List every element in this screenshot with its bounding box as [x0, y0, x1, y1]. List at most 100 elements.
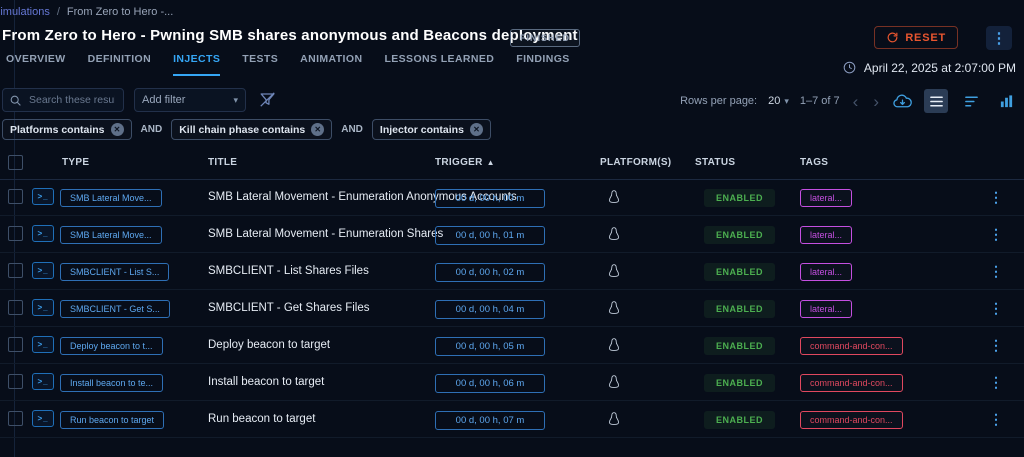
- table-row[interactable]: >_ Install beacon to te... Install beaco…: [0, 364, 1024, 401]
- tab-tests[interactable]: TESTS: [242, 53, 278, 76]
- kebab-icon: ⋮: [992, 29, 1007, 47]
- table-row[interactable]: >_ SMBCLIENT - List S... SMBCLIENT - Lis…: [0, 253, 1024, 290]
- inject-title[interactable]: Install beacon to target: [208, 364, 324, 400]
- filter-chip-label: Injector contains: [380, 124, 464, 136]
- linux-platform-icon: [606, 300, 622, 321]
- filter-join-operator[interactable]: AND: [341, 124, 363, 135]
- tab-findings[interactable]: FINDINGS: [516, 53, 569, 76]
- status-badge: ENABLED: [704, 411, 775, 429]
- row-menu-button[interactable]: ⋮: [986, 409, 1006, 429]
- inject-terminal-icon: >_: [32, 336, 54, 353]
- inject-terminal-icon: >_: [32, 262, 54, 279]
- row-menu-button[interactable]: ⋮: [986, 335, 1006, 355]
- row-checkbox[interactable]: [8, 300, 23, 315]
- chart-view-toggle[interactable]: [994, 89, 1018, 113]
- inject-type-chip: Deploy beacon to t...: [60, 337, 163, 355]
- filter-join-operator[interactable]: AND: [141, 124, 163, 135]
- add-filter-select[interactable]: Add filter ▾: [134, 88, 246, 112]
- status-badge: ENABLED: [704, 374, 775, 392]
- simulation-datetime: April 22, 2025 at 2:07:00 PM: [842, 60, 1016, 75]
- inject-title[interactable]: SMB Lateral Movement - Enumeration Share…: [208, 216, 443, 252]
- trigger-chip: 00 d, 00 h, 02 m: [435, 263, 545, 282]
- trigger-chip: 00 d, 00 h, 07 m: [435, 411, 545, 430]
- tab-injects[interactable]: INJECTS: [173, 53, 220, 76]
- remove-filter-icon[interactable]: ✕: [470, 123, 483, 136]
- inject-terminal-icon: >_: [32, 225, 54, 242]
- trigger-chip: 00 d, 00 h, 05 m: [435, 337, 545, 356]
- list-view-toggle[interactable]: [924, 89, 948, 113]
- sort-ascending-icon: ▲: [487, 158, 495, 167]
- filter-chip-kill-chain[interactable]: Kill chain phase contains ✕: [171, 119, 332, 140]
- table-row[interactable]: >_ SMBCLIENT - Get S... SMBCLIENT - Get …: [0, 290, 1024, 327]
- filter-chip-label: Kill chain phase contains: [179, 124, 305, 136]
- row-menu-button[interactable]: ⋮: [986, 261, 1006, 281]
- page-title: From Zero to Hero - Pwning SMB shares an…: [2, 27, 578, 44]
- tag-chip: lateral...: [800, 189, 852, 207]
- row-checkbox[interactable]: [8, 189, 23, 204]
- tag-chip: command-and-con...: [800, 374, 903, 392]
- trigger-chip: 00 d, 00 h, 04 m: [435, 300, 545, 319]
- row-checkbox[interactable]: [8, 226, 23, 241]
- tag-chip: lateral...: [800, 226, 852, 244]
- next-page-button[interactable]: ›: [871, 93, 881, 110]
- inject-title[interactable]: Run beacon to target: [208, 401, 315, 437]
- reset-button[interactable]: RESET: [874, 26, 958, 49]
- inject-terminal-icon: >_: [32, 299, 54, 316]
- inject-title[interactable]: Deploy beacon to target: [208, 327, 330, 363]
- clear-filters-icon[interactable]: [258, 90, 277, 114]
- status-badge: ENABLED: [704, 300, 775, 318]
- rows-per-page-select[interactable]: 20 ▾: [768, 95, 789, 107]
- row-menu-button[interactable]: ⋮: [986, 298, 1006, 318]
- row-checkbox[interactable]: [8, 411, 23, 426]
- row-checkbox[interactable]: [8, 337, 23, 352]
- column-header-title[interactable]: TITLE: [208, 157, 237, 168]
- filter-chip-platforms[interactable]: Platforms contains ✕: [2, 119, 132, 140]
- inject-title[interactable]: SMBCLIENT - List Shares Files: [208, 253, 369, 289]
- tab-lessons-learned[interactable]: LESSONS LEARNED: [384, 53, 494, 76]
- table-row[interactable]: >_ SMB Lateral Move... SMB Lateral Movem…: [0, 216, 1024, 253]
- breadcrumb-simulations-link[interactable]: Simulations: [0, 6, 50, 18]
- chevron-down-icon: ▾: [784, 96, 789, 107]
- export-cloud-icon[interactable]: [892, 91, 913, 112]
- search-box: [2, 88, 124, 112]
- inject-title[interactable]: SMBCLIENT - Get Shares Files: [208, 290, 369, 326]
- row-menu-button[interactable]: ⋮: [986, 187, 1006, 207]
- previous-page-button[interactable]: ‹: [851, 93, 861, 110]
- inject-terminal-icon: >_: [32, 373, 54, 390]
- table-controls: Rows per page: 20 ▾ 1–7 of 7 ‹ ›: [680, 88, 1018, 114]
- remove-filter-icon[interactable]: ✕: [111, 123, 124, 136]
- column-header-tags[interactable]: TAGS: [800, 157, 828, 168]
- inject-type-chip: Install beacon to te...: [60, 374, 163, 392]
- inject-type-chip: Run beacon to target: [60, 411, 164, 429]
- table-row[interactable]: >_ SMB Lateral Move... SMB Lateral Movem…: [0, 179, 1024, 216]
- tab-overview[interactable]: OVERVIEW: [6, 53, 66, 76]
- inject-type-chip: SMB Lateral Move...: [60, 226, 162, 244]
- tab-definition[interactable]: DEFINITION: [88, 53, 152, 76]
- row-checkbox[interactable]: [8, 374, 23, 389]
- row-menu-button[interactable]: ⋮: [986, 372, 1006, 392]
- filter-chip-injector[interactable]: Injector contains ✕: [372, 119, 491, 140]
- trigger-chip: 00 d, 00 h, 01 m: [435, 226, 545, 245]
- inject-terminal-icon: >_: [32, 188, 54, 205]
- row-menu-button[interactable]: ⋮: [986, 224, 1006, 244]
- status-badge: ENABLED: [704, 226, 775, 244]
- page-menu-button[interactable]: ⋮: [986, 26, 1012, 50]
- tab-animation[interactable]: ANIMATION: [300, 53, 362, 76]
- search-input[interactable]: [27, 93, 117, 107]
- column-header-status[interactable]: STATUS: [695, 157, 735, 168]
- table-row[interactable]: >_ Deploy beacon to t... Deploy beacon t…: [0, 327, 1024, 364]
- tag-chip: lateral...: [800, 300, 852, 318]
- search-icon: [9, 94, 22, 107]
- table-row[interactable]: >_ Run beacon to target Run beacon to ta…: [0, 401, 1024, 438]
- column-header-platforms[interactable]: PLATFORM(S): [600, 157, 671, 168]
- linux-platform-icon: [606, 374, 622, 395]
- clock-icon: [842, 60, 857, 75]
- distribution-view-toggle[interactable]: [959, 89, 983, 113]
- remove-filter-icon[interactable]: ✕: [311, 123, 324, 136]
- column-header-type[interactable]: TYPE: [62, 157, 89, 168]
- select-all-checkbox[interactable]: [8, 155, 23, 170]
- datetime-label: April 22, 2025 at 2:07:00 PM: [864, 61, 1016, 75]
- row-checkbox[interactable]: [8, 263, 23, 278]
- linux-platform-icon: [606, 411, 622, 432]
- column-header-trigger[interactable]: TRIGGER▲: [435, 157, 495, 168]
